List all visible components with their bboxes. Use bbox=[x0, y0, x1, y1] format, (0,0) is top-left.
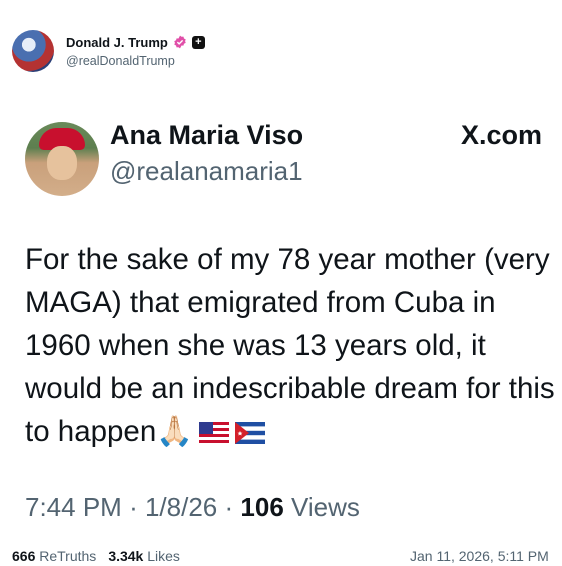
embed-text: For the sake of my 78 year mother (very … bbox=[25, 238, 555, 453]
embed-author-name: Ana Maria Viso bbox=[110, 120, 304, 150]
embed-meta: 7:44 PM · 1/8/26 · 106 Views bbox=[25, 492, 360, 523]
verified-badge-icon bbox=[174, 35, 186, 49]
embed-author-handle: @realanamaria1 bbox=[110, 156, 303, 186]
embed-avatar bbox=[25, 122, 99, 196]
likes-stat[interactable]: 3.34k Likes bbox=[108, 548, 180, 564]
author-name[interactable]: Donald J. Trump bbox=[66, 35, 168, 50]
embed-separator: · bbox=[129, 492, 138, 522]
embedded-post[interactable]: Ana Maria Viso @realanamaria1 X.com For … bbox=[0, 100, 562, 540]
embed-source: X.com bbox=[460, 120, 542, 150]
embed-text-body: For the sake of my 78 year mother (very … bbox=[25, 243, 555, 448]
avatar[interactable] bbox=[12, 30, 54, 72]
likes-count: 3.34k bbox=[108, 548, 144, 564]
embed-views-count: 106 bbox=[240, 492, 284, 522]
cuba-flag-icon bbox=[234, 422, 265, 445]
embed-separator: · bbox=[224, 492, 234, 522]
embed-time: 7:44 PM bbox=[25, 492, 122, 522]
post-author[interactable]: Donald J. Trump + @realDonaldTrump bbox=[12, 30, 205, 72]
embed-views-label: Views bbox=[291, 492, 360, 522]
plus-badge-icon: + bbox=[191, 35, 205, 49]
embed-date: 1/8/26 bbox=[144, 492, 218, 522]
retruths-count: 666 bbox=[12, 548, 36, 564]
retruths-label: ReTruths bbox=[39, 548, 97, 564]
author-handle[interactable]: @realDonaldTrump bbox=[66, 54, 205, 68]
post-timestamp[interactable]: Jan 11, 2026, 5:11 PM bbox=[410, 548, 549, 564]
us-flag-icon bbox=[198, 422, 229, 445]
likes-label: Likes bbox=[147, 548, 180, 564]
retruths-stat[interactable]: 666 ReTruths bbox=[12, 548, 96, 564]
